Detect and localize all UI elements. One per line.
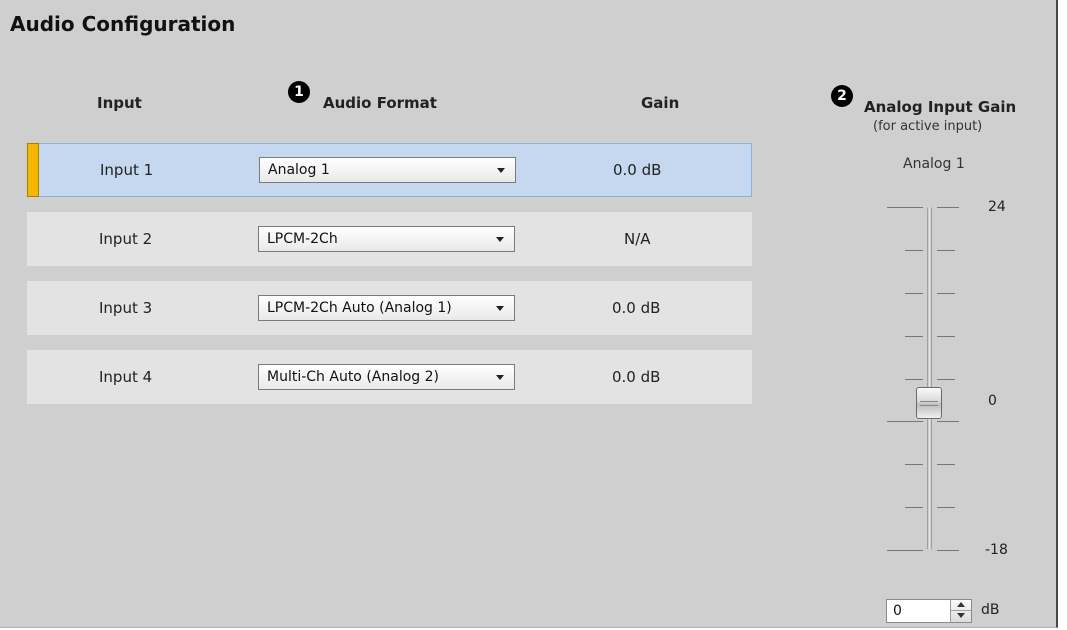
audio-format-select[interactable]: LPCM-2Ch Auto (Analog 1) bbox=[258, 295, 515, 321]
input-gain-value: 0.0 dB bbox=[613, 161, 662, 179]
dropdown-arrow-icon bbox=[496, 237, 504, 242]
gain-slider-thumb[interactable] bbox=[916, 387, 942, 419]
scale-tick bbox=[904, 336, 923, 337]
input-gain-value: N/A bbox=[624, 230, 651, 248]
input-gain-value: 0.0 dB bbox=[612, 299, 661, 317]
spin-up-icon[interactable] bbox=[951, 600, 971, 611]
scale-label-min: -18 bbox=[985, 542, 1008, 558]
scale-tick bbox=[936, 464, 955, 465]
dropdown-arrow-icon bbox=[496, 306, 504, 311]
callout-badge-2: 2 bbox=[831, 85, 853, 107]
scale-tick bbox=[904, 379, 923, 380]
scale-tick bbox=[886, 421, 923, 422]
audio-format-select-value: Analog 1 bbox=[268, 162, 330, 178]
input-row-1[interactable]: Input 1 Analog 1 0.0 dB bbox=[27, 143, 752, 197]
audio-format-select-value: LPCM-2Ch bbox=[267, 231, 338, 247]
dropdown-arrow-icon bbox=[497, 168, 505, 173]
column-header-gain: Gain bbox=[641, 94, 680, 112]
input-row-label: Input 1 bbox=[100, 161, 154, 179]
column-header-audio-format: Audio Format bbox=[323, 94, 437, 112]
scale-tick bbox=[936, 336, 955, 337]
column-header-input: Input bbox=[97, 94, 142, 112]
scale-tick bbox=[904, 293, 923, 294]
audio-configuration-panel: Audio Configuration Input 1 Audio Format… bbox=[0, 0, 1058, 628]
input-gain-value: 0.0 dB bbox=[612, 368, 661, 386]
scale-tick bbox=[904, 250, 923, 251]
scale-tick bbox=[936, 293, 955, 294]
analog-input-gain-subtitle: (for active input) bbox=[873, 119, 983, 134]
audio-format-select[interactable]: LPCM-2Ch bbox=[258, 226, 515, 252]
active-row-marker bbox=[27, 143, 39, 197]
input-row-label: Input 3 bbox=[99, 299, 153, 317]
scale-tick bbox=[936, 379, 955, 380]
panel-title: Audio Configuration bbox=[10, 12, 236, 36]
active-input-format-label: Analog 1 bbox=[903, 156, 965, 172]
scale-tick bbox=[936, 250, 955, 251]
thumb-grip-line bbox=[920, 401, 938, 402]
audio-format-select[interactable]: Analog 1 bbox=[259, 157, 516, 183]
scale-tick bbox=[936, 421, 959, 422]
gain-spinbox[interactable]: 0 bbox=[886, 599, 972, 623]
scale-label-zero: 0 bbox=[988, 393, 997, 409]
gain-slider-track[interactable] bbox=[927, 207, 932, 550]
audio-format-select[interactable]: Multi-Ch Auto (Analog 2) bbox=[258, 364, 515, 390]
analog-input-gain-title: Analog Input Gain bbox=[864, 98, 1017, 116]
input-row-label: Input 4 bbox=[99, 368, 153, 386]
input-row-4[interactable]: Input 4 Multi-Ch Auto (Analog 2) 0.0 dB bbox=[27, 350, 752, 404]
scale-tick bbox=[904, 507, 923, 508]
callout-badge-1: 1 bbox=[288, 81, 310, 103]
scale-tick bbox=[936, 507, 955, 508]
scale-tick bbox=[936, 550, 959, 551]
scale-tick bbox=[886, 550, 923, 551]
audio-format-select-value: LPCM-2Ch Auto (Analog 1) bbox=[267, 300, 452, 316]
scale-tick bbox=[936, 207, 959, 208]
scale-label-max: 24 bbox=[988, 199, 1006, 215]
scale-tick bbox=[886, 207, 923, 208]
scale-tick bbox=[904, 464, 923, 465]
gain-spinbox-value: 0 bbox=[893, 603, 902, 619]
gain-unit-label: dB bbox=[981, 602, 1000, 618]
spin-down-icon[interactable] bbox=[951, 611, 971, 622]
spin-buttons bbox=[950, 600, 971, 622]
dropdown-arrow-icon bbox=[496, 375, 504, 380]
input-row-2[interactable]: Input 2 LPCM-2Ch N/A bbox=[27, 212, 752, 266]
audio-format-select-value: Multi-Ch Auto (Analog 2) bbox=[267, 369, 439, 385]
input-row-3[interactable]: Input 3 LPCM-2Ch Auto (Analog 1) 0.0 dB bbox=[27, 281, 752, 335]
input-row-label: Input 2 bbox=[99, 230, 153, 248]
thumb-grip-line bbox=[920, 405, 938, 406]
